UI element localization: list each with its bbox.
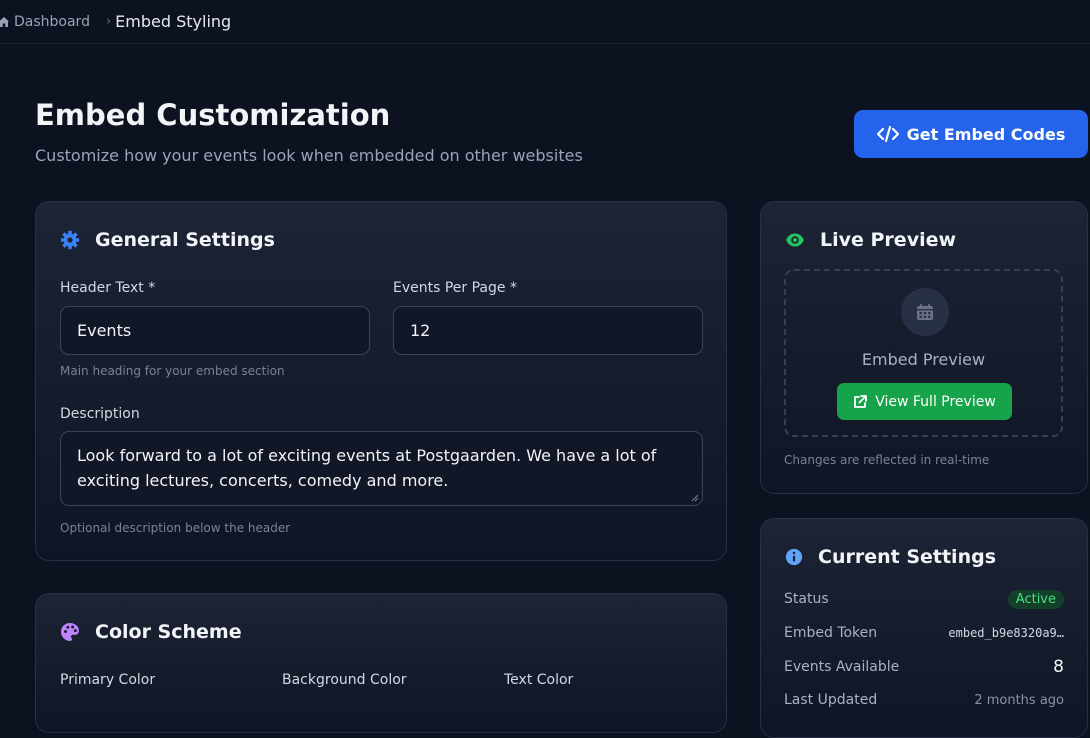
chevron-right-icon: › bbox=[105, 14, 112, 29]
description-textarea[interactable]: Look forward to a lot of exciting events… bbox=[60, 431, 703, 506]
preview-footnote: Changes are reflected in real-time bbox=[784, 453, 990, 467]
token-row: Embed Token embed_b9e8320a9… bbox=[784, 623, 1064, 643]
breadcrumb-current: Embed Styling bbox=[115, 12, 232, 31]
calendar-icon bbox=[901, 288, 949, 336]
last-updated-label: Last Updated bbox=[784, 692, 878, 708]
breadcrumb-home-link[interactable]: Dashboard bbox=[0, 14, 90, 30]
token-value[interactable]: embed_b9e8320a9… bbox=[948, 626, 1064, 640]
embed-preview-text: Embed Preview bbox=[861, 350, 986, 369]
current-settings-title: Current Settings bbox=[785, 546, 996, 568]
general-settings-card: General Settings Header Text * Events Ma… bbox=[35, 201, 727, 561]
description-value: Look forward to a lot of exciting events… bbox=[77, 446, 657, 490]
current-settings-title-text: Current Settings bbox=[818, 546, 997, 568]
embed-preview-area: Embed Preview View Full Preview bbox=[784, 269, 1063, 437]
description-label: Description bbox=[60, 406, 140, 422]
info-icon bbox=[785, 548, 803, 566]
external-link-icon bbox=[854, 394, 868, 408]
home-icon bbox=[0, 16, 9, 27]
events-per-page-label: Events Per Page * bbox=[393, 280, 517, 296]
general-settings-title-text: General Settings bbox=[95, 229, 275, 251]
page-subtitle: Customize how your events look when embe… bbox=[35, 146, 583, 165]
token-label: Embed Token bbox=[784, 625, 878, 641]
description-hint: Optional description below the header bbox=[60, 521, 291, 535]
eye-icon bbox=[786, 233, 804, 247]
status-label: Status bbox=[784, 591, 829, 607]
live-preview-title-text: Live Preview bbox=[820, 229, 957, 251]
status-badge: Active bbox=[1007, 589, 1064, 609]
get-embed-codes-label: Get Embed Codes bbox=[906, 124, 1066, 144]
last-updated-value: 2 months ago bbox=[974, 692, 1064, 708]
events-available-row: Events Available 8 bbox=[784, 657, 1064, 677]
breadcrumb-home-label: Dashboard bbox=[14, 13, 90, 30]
primary-color-label: Primary Color bbox=[60, 672, 156, 688]
events-available-value: 8 bbox=[1053, 657, 1064, 677]
view-full-preview-button[interactable]: View Full Preview bbox=[837, 383, 1012, 420]
header-text-hint: Main heading for your embed section bbox=[60, 364, 285, 378]
status-row: Status Active bbox=[784, 589, 1064, 609]
color-scheme-title-text: Color Scheme bbox=[95, 621, 242, 643]
view-full-preview-label: View Full Preview bbox=[875, 393, 996, 410]
get-embed-codes-button[interactable]: Get Embed Codes bbox=[854, 110, 1088, 158]
resize-handle-icon[interactable] bbox=[691, 494, 699, 502]
header-text-input[interactable]: Events bbox=[60, 306, 370, 355]
header-text-value: Events bbox=[77, 321, 132, 340]
live-preview-title: Live Preview bbox=[785, 229, 956, 251]
text-color-label: Text Color bbox=[504, 672, 574, 688]
background-color-label: Background Color bbox=[282, 672, 407, 688]
events-per-page-input[interactable]: 12 bbox=[393, 306, 703, 355]
gear-icon bbox=[60, 230, 80, 250]
last-updated-row: Last Updated 2 months ago bbox=[784, 690, 1064, 710]
code-icon bbox=[876, 126, 899, 142]
breadcrumb: Dashboard › Embed Styling bbox=[0, 0, 1090, 44]
events-available-label: Events Available bbox=[784, 659, 900, 675]
page-title: Embed Customization bbox=[35, 98, 391, 132]
color-scheme-card: Color Scheme Primary Color Background Co… bbox=[35, 593, 727, 733]
palette-icon bbox=[61, 623, 79, 641]
events-per-page-value: 12 bbox=[410, 321, 431, 340]
header-text-label: Header Text * bbox=[60, 280, 156, 296]
general-settings-title: General Settings bbox=[60, 229, 275, 251]
color-scheme-title: Color Scheme bbox=[60, 621, 242, 643]
